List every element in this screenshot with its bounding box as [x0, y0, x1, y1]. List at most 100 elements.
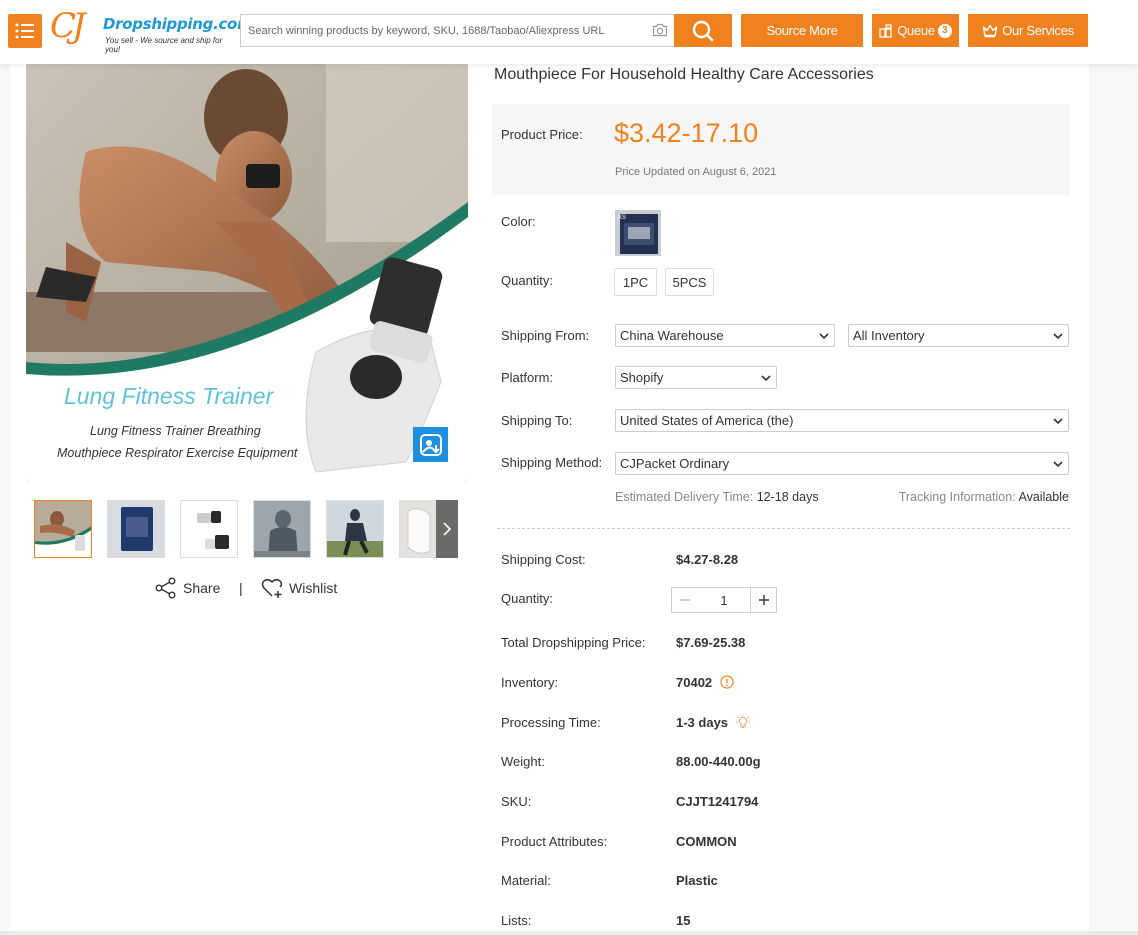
list-icon: [15, 23, 34, 39]
tracking-label: Tracking Information:: [898, 490, 1016, 504]
search-button[interactable]: [674, 14, 732, 47]
share-label: Share: [183, 580, 221, 596]
share-separator: |: [239, 580, 243, 596]
quantity-stepper: [671, 587, 777, 613]
main-product-image[interactable]: Lung Fitness Trainer Lung Fitness Traine…: [26, 62, 468, 482]
lists-label: Lists:: [501, 913, 532, 928]
camera-icon[interactable]: [652, 23, 668, 37]
search-input[interactable]: [241, 15, 641, 46]
quantity-option-5pcs[interactable]: 5PCS: [665, 268, 714, 296]
price-updated: Price Updated on August 6, 2021: [615, 166, 777, 178]
bottom-edge: [0, 931, 1138, 935]
thumbnail-strip: [34, 500, 458, 558]
site-logo[interactable]: CJ Dropshipping.com You sell - We source…: [50, 6, 253, 54]
color-swatch-image: XS: [618, 214, 658, 254]
our-services-button[interactable]: Our Services: [968, 14, 1088, 47]
est-delivery-label: Estimated Delivery Time:: [615, 490, 754, 504]
queue-button[interactable]: Queue 3: [872, 14, 959, 47]
section-divider: [497, 528, 1070, 529]
share-icon: [155, 577, 176, 599]
tracking-value: Available: [1018, 490, 1069, 504]
material-label: Material:: [501, 873, 551, 888]
shipping-method-label: Shipping Method:: [501, 455, 603, 470]
product-title: Mouthpiece For Household Healthy Care Ac…: [494, 66, 874, 83]
thumbnail-next-button[interactable]: [436, 500, 458, 558]
shipping-to-label: Shipping To:: [501, 413, 573, 428]
shipping-to-select[interactable]: United States of America (the): [615, 409, 1069, 432]
minus-icon: [680, 599, 690, 601]
wishlist-button[interactable]: Wishlist: [261, 577, 337, 599]
wishlist-label: Wishlist: [289, 580, 338, 596]
chevron-down-icon: [819, 333, 829, 340]
est-delivery-value: 12-18 days: [756, 490, 819, 504]
thumbnail-5[interactable]: [326, 500, 384, 558]
shipping-to-value: United States of America (the): [620, 413, 794, 428]
product-price: $3.42-17.10: [614, 118, 759, 148]
heart-plus-icon: [261, 578, 283, 598]
quantity-input[interactable]: [698, 588, 750, 612]
processing-time-value: 1-3 days: [676, 715, 729, 730]
platform-value: Shopify: [620, 370, 664, 385]
share-button[interactable]: Share: [155, 577, 220, 599]
quantity-increase-button[interactable]: [750, 588, 776, 612]
image-headline: Lung Fitness Trainer: [64, 383, 275, 409]
tracking-information: Tracking Information: Available: [899, 490, 1069, 504]
queue-count-badge: 3: [937, 23, 952, 38]
shipping-method-value: CJPacket Ordinary: [620, 456, 730, 471]
thumbnail-6[interactable]: [399, 500, 437, 558]
quantity-decrease-button[interactable]: [672, 588, 698, 612]
chevron-down-icon: [1053, 333, 1063, 340]
quantity-option-label: Quantity:: [501, 273, 554, 288]
lightbulb-icon[interactable]: [735, 714, 751, 730]
inventory-select[interactable]: All Inventory: [848, 324, 1069, 347]
search-icon: [692, 20, 714, 41]
material-value: Plastic: [676, 873, 718, 888]
source-more-button[interactable]: Source More: [741, 14, 863, 47]
info-icon[interactable]: [720, 675, 734, 689]
image-download-icon: [419, 433, 442, 456]
thumbnail-1[interactable]: [34, 500, 92, 558]
logo-name: Dropshipping.com: [103, 15, 253, 33]
quantity-option-1pc[interactable]: 1PC: [614, 268, 657, 296]
color-label: Color:: [501, 214, 536, 229]
logo-tagline: You sell - We source and ship for you!: [105, 36, 223, 54]
estimated-delivery: Estimated Delivery Time: 12-18 days: [615, 490, 819, 504]
inventory-select-value: All Inventory: [853, 328, 925, 343]
crown-icon: [983, 24, 998, 37]
inventory-value: 70402: [676, 675, 713, 690]
chevron-right-icon: [443, 522, 452, 536]
product-attributes-label: Product Attributes:: [501, 834, 608, 849]
chevron-down-icon: [1053, 461, 1063, 468]
image-download-button[interactable]: [413, 427, 448, 462]
menu-button[interactable]: [8, 14, 42, 48]
quantity-option-1pc-label: 1PC: [622, 274, 649, 290]
total-price-label: Total Dropshipping Price:: [501, 635, 646, 650]
quantity-option-5pcs-label: 5PCS: [672, 274, 707, 290]
source-more-label: Source More: [766, 23, 838, 38]
thumbnail-4[interactable]: [253, 500, 311, 558]
color-swatch-text: XS: [618, 215, 626, 221]
chevron-down-icon: [1053, 418, 1063, 425]
shipping-from-select[interactable]: China Warehouse: [615, 324, 835, 347]
platform-select[interactable]: Shopify: [615, 366, 777, 389]
our-services-label: Our Services: [1002, 23, 1074, 38]
inventory-label: Inventory:: [501, 675, 559, 690]
quantity-label: Quantity:: [501, 591, 554, 606]
image-line-2: Mouthpiece Respirator Exercise Equipment: [57, 446, 298, 460]
plus-icon: [758, 595, 769, 605]
queue-icon: [879, 23, 892, 38]
top-navigation-bar: CJ Dropshipping.com You sell - We source…: [0, 0, 1138, 64]
product-attributes-value: COMMON: [676, 834, 737, 849]
thumbnail-3[interactable]: [180, 500, 238, 558]
color-swatch[interactable]: XS: [615, 210, 661, 256]
weight-label: Weight:: [501, 754, 545, 769]
weight-value: 88.00-440.00g: [676, 754, 761, 769]
image-line-1: Lung Fitness Trainer Breathing: [90, 424, 261, 438]
shipping-method-select[interactable]: CJPacket Ordinary: [615, 452, 1069, 475]
shipping-from-label: Shipping From:: [501, 328, 590, 343]
product-photo: Lung Fitness Trainer Lung Fitness Traine…: [26, 62, 468, 482]
sku-value: CJJT1241794: [676, 794, 759, 809]
shipping-cost-label: Shipping Cost:: [501, 552, 586, 567]
price-box: Product Price: $3.42-17.10 Price Updated…: [492, 104, 1070, 195]
thumbnail-2[interactable]: [107, 500, 165, 558]
